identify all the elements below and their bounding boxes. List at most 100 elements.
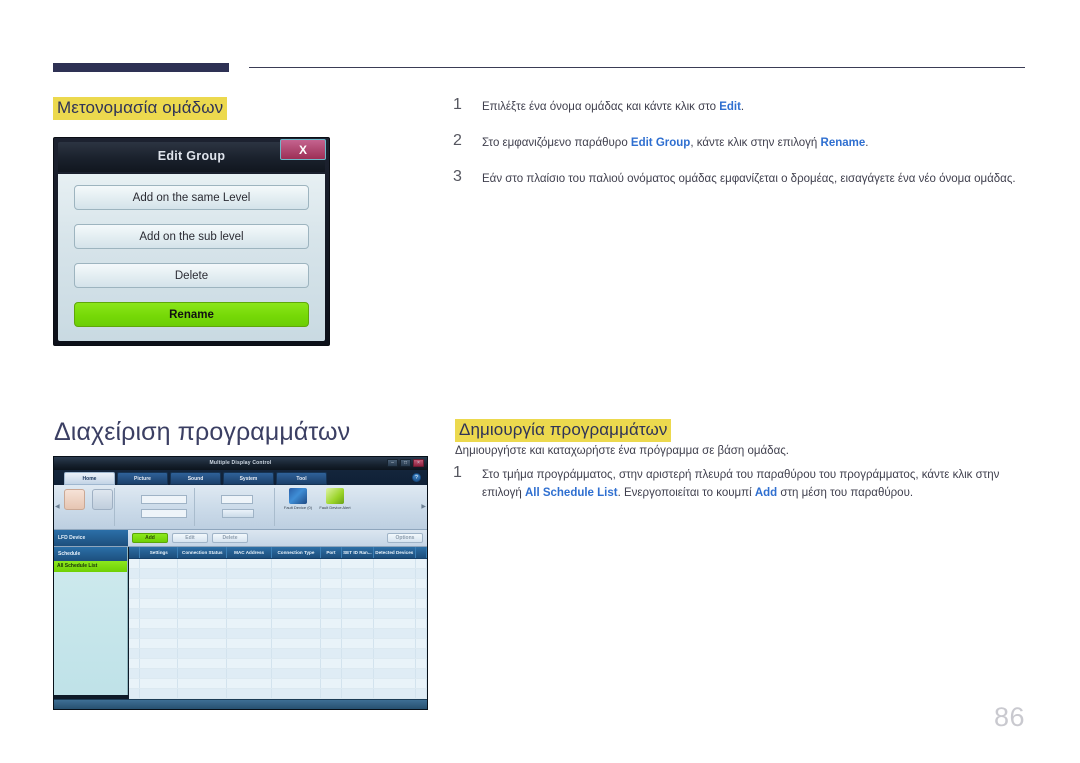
input-source-select[interactable] bbox=[141, 495, 187, 504]
ribbon-group-power bbox=[64, 489, 113, 510]
options-button-label: Options bbox=[387, 533, 423, 543]
ui-keyword: Add bbox=[754, 487, 778, 499]
table-cell bbox=[140, 609, 179, 618]
add-on-sub-level-button[interactable]: Add on the sub level bbox=[74, 224, 309, 249]
table-header-row: Settings Connection Status MAC Address Conn… bbox=[129, 547, 427, 559]
table-cell bbox=[416, 569, 427, 578]
table-column-header[interactable]: MAC Address bbox=[227, 547, 272, 558]
table-cell bbox=[416, 639, 427, 648]
table-cell bbox=[374, 609, 416, 618]
close-icon[interactable]: × bbox=[413, 459, 424, 467]
tab-tool[interactable]: Tool bbox=[276, 472, 327, 485]
table-row[interactable] bbox=[129, 579, 427, 589]
mdc-table: Settings Connection Status MAC Address Conn… bbox=[129, 547, 427, 709]
table-cell bbox=[321, 619, 342, 628]
table-row[interactable] bbox=[129, 709, 427, 710]
tab-system[interactable]: System bbox=[223, 472, 274, 485]
lead-paragraph: Δημιουργήστε και καταχωρήστε ένα πρόγραμ… bbox=[455, 445, 789, 457]
table-row[interactable] bbox=[129, 559, 427, 569]
table-cell bbox=[178, 559, 228, 568]
mdc-titlebar: Multiple Display Control – □ × bbox=[54, 457, 427, 470]
table-column-header[interactable] bbox=[416, 547, 427, 558]
table-cell bbox=[374, 619, 416, 628]
step-item: 1 Επιλέξτε ένα όνομα ομάδας και κάντε κλι… bbox=[453, 96, 1031, 116]
mdc-tabbar: Home Picture Sound System Tool ? bbox=[54, 470, 427, 485]
page-title-schedule-management: Διαχείριση προγραμμάτων bbox=[54, 418, 351, 446]
table-cell bbox=[227, 709, 271, 710]
table-column-header[interactable]: SET ID Ran... bbox=[342, 547, 374, 558]
table-cell bbox=[227, 609, 272, 618]
chevron-left-icon[interactable]: ◀ bbox=[55, 503, 60, 510]
table-row[interactable] bbox=[129, 639, 427, 649]
table-row[interactable] bbox=[129, 659, 427, 669]
volume-select[interactable] bbox=[221, 495, 253, 504]
table-cell bbox=[227, 639, 272, 648]
steps-list-create-schedule: 1 Στο τμήμα προγράμματος, στην αριστερή π… bbox=[453, 464, 1031, 502]
table-cell bbox=[140, 689, 179, 698]
table-row[interactable] bbox=[129, 669, 427, 679]
step-text-run: Εάν στο πλαίσιο του παλιού ονόματος ομάδ… bbox=[482, 173, 1016, 185]
step-item: 2 Στο εμφανιζόμενο παράθυρο Edit Group, κ… bbox=[453, 132, 1031, 152]
options-button[interactable]: Options bbox=[387, 533, 423, 543]
table-row[interactable] bbox=[129, 629, 427, 639]
table-cell bbox=[272, 589, 321, 598]
table-cell bbox=[321, 569, 342, 578]
chevron-right-icon[interactable]: ▶ bbox=[421, 503, 426, 510]
table-row[interactable] bbox=[129, 619, 427, 629]
table-cell bbox=[140, 639, 179, 648]
ui-keyword: Edit Group bbox=[630, 137, 691, 149]
sidebar-item-all-schedule-list[interactable]: All Schedule List bbox=[54, 561, 127, 572]
table-cell bbox=[140, 589, 179, 598]
table-column-header[interactable] bbox=[129, 547, 141, 558]
step-text-run: . bbox=[865, 137, 869, 149]
fault-device-alert-button[interactable]: Fault Device Alert bbox=[319, 488, 351, 510]
tab-picture[interactable]: Picture bbox=[117, 472, 168, 485]
minimize-icon[interactable]: – bbox=[387, 459, 398, 467]
tab-sound[interactable]: Sound bbox=[170, 472, 221, 485]
table-column-header[interactable]: Connection Status bbox=[178, 547, 228, 558]
add-on-same-level-button[interactable]: Add on the same Level bbox=[74, 185, 309, 210]
table-row[interactable] bbox=[129, 609, 427, 619]
table-cell bbox=[272, 609, 321, 618]
table-column-header[interactable]: Settings bbox=[140, 547, 179, 558]
help-icon[interactable]: ? bbox=[412, 473, 421, 482]
rename-button[interactable]: Rename bbox=[74, 302, 309, 327]
table-row[interactable] bbox=[129, 589, 427, 599]
add-button[interactable]: Add bbox=[132, 533, 168, 543]
delete-button[interactable]: Delete bbox=[74, 263, 309, 288]
edit-button[interactable]: Edit bbox=[172, 533, 208, 543]
close-icon[interactable]: X bbox=[280, 139, 326, 160]
table-cell bbox=[129, 629, 141, 638]
table-cell bbox=[227, 689, 272, 698]
tab-home[interactable]: Home bbox=[64, 472, 115, 485]
table-column-header[interactable]: Connection Type bbox=[272, 547, 321, 558]
power-off-icon[interactable] bbox=[92, 489, 113, 510]
table-cell bbox=[374, 679, 416, 688]
table-column-header[interactable]: Port bbox=[321, 547, 342, 558]
power-on-icon[interactable] bbox=[64, 489, 85, 510]
table-cell bbox=[374, 689, 416, 698]
table-row[interactable] bbox=[129, 599, 427, 609]
sidebar-group-lfd-device[interactable]: LFD Device bbox=[54, 530, 128, 546]
table-cell bbox=[129, 649, 141, 658]
table-column-header[interactable]: Detected Devices bbox=[374, 547, 416, 558]
delete-button[interactable]: Delete bbox=[212, 533, 248, 543]
sidebar-item-schedule[interactable]: Schedule bbox=[54, 547, 127, 561]
table-cell bbox=[140, 679, 179, 688]
table-row[interactable] bbox=[129, 679, 427, 689]
fault-device-button[interactable]: Fault Device (0) bbox=[282, 488, 314, 510]
table-cell bbox=[416, 579, 427, 588]
table-cell bbox=[321, 579, 342, 588]
table-cell bbox=[227, 629, 272, 638]
table-cell bbox=[272, 569, 321, 578]
horizontal-scrollbar[interactable] bbox=[54, 699, 427, 709]
table-row[interactable] bbox=[129, 569, 427, 579]
channel-select[interactable] bbox=[141, 509, 187, 518]
table-row[interactable] bbox=[129, 649, 427, 659]
mute-button[interactable] bbox=[222, 509, 254, 518]
maximize-icon[interactable]: □ bbox=[400, 459, 411, 467]
table-cell bbox=[321, 649, 342, 658]
table-cell bbox=[416, 589, 427, 598]
table-row[interactable] bbox=[129, 689, 427, 699]
table-cell bbox=[178, 589, 228, 598]
